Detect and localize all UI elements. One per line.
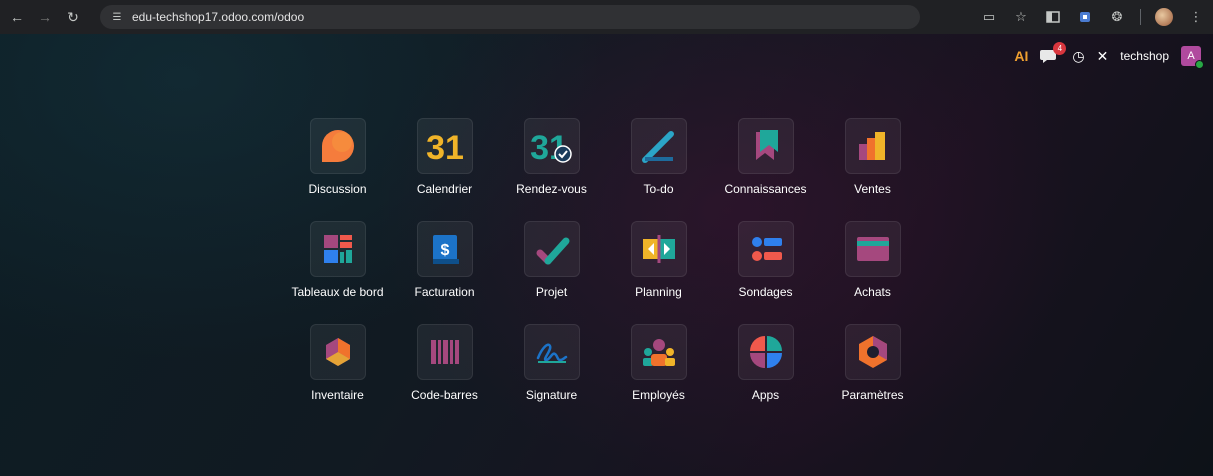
app-label: Sondages (738, 285, 793, 299)
app-project[interactable]: Projet (498, 221, 605, 324)
app-purchase[interactable]: Achats (819, 221, 926, 324)
app-sales[interactable]: Ventes (819, 118, 926, 221)
appointment-icon: 31 (523, 118, 580, 174)
app-inventory[interactable]: Inventaire (284, 324, 391, 427)
svg-text:$: $ (440, 242, 449, 259)
invoicing-icon: $ (416, 221, 473, 277)
inventory-icon (309, 324, 366, 380)
app-discussion[interactable]: Discussion (284, 118, 391, 221)
app-label: Facturation (414, 285, 475, 299)
extension-panel-icon[interactable] (1044, 8, 1062, 26)
chat-icon[interactable]: 4 (1040, 42, 1067, 64)
app-label: Ventes (854, 182, 891, 196)
app-label: Tableaux de bord (291, 285, 384, 299)
online-status-dot (1195, 60, 1204, 69)
calendar-icon: 311 (416, 118, 473, 174)
user-initial: A (1187, 50, 1195, 62)
app-barcode[interactable]: Code-barres (391, 324, 498, 427)
app-label: Employés (632, 388, 685, 402)
app-label: Discussion (308, 182, 367, 196)
clock-icon[interactable]: ◷ (1072, 48, 1084, 65)
ai-icon[interactable]: AI (1014, 48, 1028, 64)
company-switcher[interactable]: techshop (1120, 49, 1169, 63)
purchase-icon (844, 221, 901, 277)
employees-icon (630, 324, 687, 380)
cast-icon[interactable]: ▭ (980, 8, 998, 26)
app-label: Rendez-vous (516, 182, 587, 196)
app-label: Projet (535, 285, 568, 299)
app-invoicing[interactable]: $ Facturation (391, 221, 498, 324)
todo-icon (630, 118, 687, 174)
extension-icon[interactable] (1076, 8, 1094, 26)
barcode-icon (416, 324, 473, 380)
discussion-icon (309, 118, 366, 174)
arrow-right-icon[interactable]: → (34, 6, 56, 28)
app-knowledge[interactable]: Connaissances (712, 118, 819, 221)
app-label: Calendrier (416, 182, 473, 196)
site-info-icon[interactable]: ☰ (108, 8, 126, 26)
apps-icon (737, 324, 794, 380)
app-label: Inventaire (311, 388, 364, 402)
address-bar[interactable]: ☰ edu-techshop17.odoo.com/odoo (100, 5, 920, 29)
toolbar-divider (1140, 9, 1141, 25)
settings-icon (844, 324, 901, 380)
reload-icon[interactable]: ↻ (62, 6, 84, 28)
signature-icon (523, 324, 580, 380)
app-calendar[interactable]: 311 Calendrier (391, 118, 498, 221)
app-employees[interactable]: Employés (605, 324, 712, 427)
app-planning[interactable]: Planning (605, 221, 712, 324)
planning-icon (630, 221, 687, 277)
dashboard-icon (309, 221, 366, 277)
app-apps[interactable]: Apps (712, 324, 819, 427)
surveys-icon (737, 221, 794, 277)
user-avatar[interactable]: A (1181, 46, 1204, 69)
bookmark-star-icon[interactable]: ☆ (1012, 8, 1030, 26)
more-vert-icon[interactable]: ⋮ (1187, 8, 1205, 26)
app-label: To-do (643, 182, 674, 196)
odoo-home: AI 4 ◷ ✕ techshop A Discussion 311 Calen… (0, 34, 1213, 476)
sales-icon (844, 118, 901, 174)
browser-actions: ▭ ☆ ❂ ⋮ (980, 5, 1205, 29)
browser-toolbar: ← → ↻ ☰ edu-techshop17.odoo.com/odoo ▭ ☆… (0, 0, 1213, 34)
app-label: Signature (525, 388, 578, 402)
project-icon (523, 221, 580, 277)
app-label: Planning (635, 285, 682, 299)
app-label: Paramètres (841, 388, 904, 402)
profile-avatar[interactable] (1155, 8, 1173, 26)
systray: AI 4 ◷ ✕ techshop A (1014, 42, 1204, 69)
arrow-left-icon[interactable]: ← (6, 6, 28, 28)
app-label: Connaissances (724, 182, 807, 196)
app-label: Code-barres (411, 388, 478, 402)
app-todo[interactable]: To-do (605, 118, 712, 221)
chat-badge: 4 (1053, 42, 1067, 55)
app-appointment[interactable]: 31 Rendez-vous (498, 118, 605, 221)
url-text: edu-techshop17.odoo.com/odoo (132, 10, 305, 24)
app-settings[interactable]: Paramètres (819, 324, 926, 427)
puzzle-icon[interactable]: ❂ (1108, 8, 1126, 26)
knowledge-icon (737, 118, 794, 174)
app-grid: Discussion 311 Calendrier 31 Rendez-vous… (284, 118, 924, 427)
app-signature[interactable]: Signature (498, 324, 605, 427)
app-label: Apps (751, 388, 780, 402)
app-label: Achats (854, 285, 891, 299)
app-surveys[interactable]: Sondages (712, 221, 819, 324)
tools-icon[interactable]: ✕ (1097, 48, 1109, 65)
app-dashboard[interactable]: Tableaux de bord (284, 221, 391, 324)
